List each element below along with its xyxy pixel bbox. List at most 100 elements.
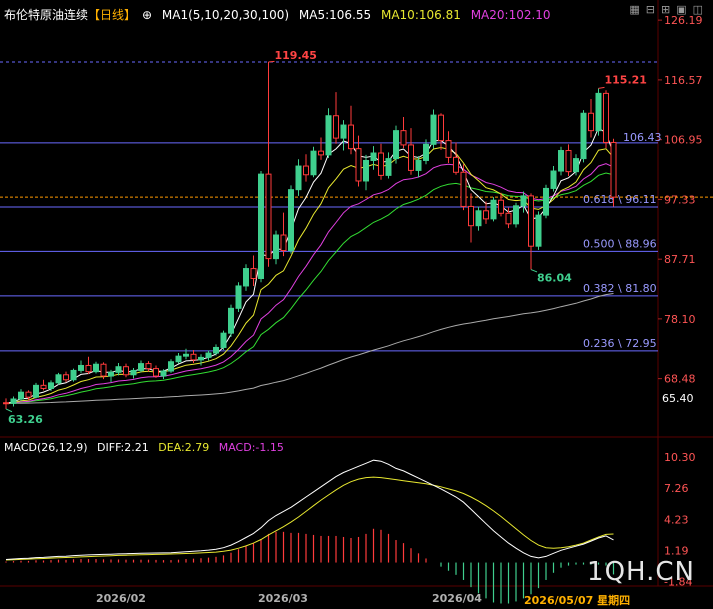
- candle-body: [400, 130, 407, 146]
- candle-body: [100, 363, 107, 377]
- annotation-pointer: [5, 408, 13, 413]
- fib-level-label: 0.500 \ 88.96: [583, 237, 657, 250]
- x-label-apr: 2026/04: [432, 592, 482, 605]
- candle-body: [190, 353, 197, 361]
- candle-body: [355, 148, 362, 182]
- candle-body: [490, 199, 497, 220]
- candle-body: [228, 307, 234, 334]
- candle-body: [588, 112, 594, 132]
- candle-body: [243, 268, 249, 287]
- ma5-line: [5, 127, 614, 404]
- candle-body: [295, 165, 302, 191]
- candle-body: [33, 384, 39, 398]
- annotation-pointer: [598, 86, 605, 89]
- annotation-label: 86.04: [537, 272, 572, 285]
- candle-body: [610, 141, 617, 198]
- candle-body: [130, 369, 137, 376]
- candle-body: [423, 143, 429, 161]
- candle-body: [303, 165, 309, 176]
- x-label-mar: 2026/03: [258, 592, 308, 605]
- candle-body: [48, 382, 54, 389]
- candle-body: [93, 363, 99, 373]
- candle-body: [40, 384, 47, 389]
- candle-body: [168, 361, 174, 372]
- x-label-current-date: 2026/05/07 星期四: [524, 594, 631, 607]
- candle-body: [543, 187, 549, 216]
- candle-body: [220, 332, 227, 348]
- candle-body: [558, 150, 564, 172]
- candle-body: [370, 152, 377, 161]
- price-tick-label: 87.71: [664, 253, 696, 266]
- candle-body: [145, 363, 152, 370]
- candle-body: [453, 156, 459, 173]
- candle-body: [153, 368, 159, 377]
- candle-body: [460, 171, 467, 207]
- candle-body: [183, 353, 189, 357]
- candle-body: [415, 159, 422, 171]
- candle-body: [333, 115, 339, 139]
- candle-body: [348, 124, 354, 150]
- candle-body: [430, 114, 437, 145]
- macd-tick-label: 1.19: [664, 544, 689, 557]
- ma100-line: [5, 293, 614, 404]
- candle-body: [513, 205, 519, 225]
- candle-body: [198, 356, 204, 361]
- price-tick-label: 68.48: [664, 373, 696, 386]
- candle-body: [580, 112, 587, 160]
- candle-body: [498, 199, 504, 214]
- candle-body: [205, 352, 212, 358]
- candle-body: [438, 114, 444, 142]
- x-label-feb: 2026/02: [96, 592, 146, 605]
- candle-body: [603, 92, 609, 143]
- candle-body: [235, 285, 242, 309]
- candle-body: [273, 234, 279, 260]
- candle-body: [595, 92, 602, 132]
- price-tick-label: 78.10: [664, 313, 696, 326]
- candle-body: [408, 144, 414, 171]
- candle-body: [85, 364, 92, 373]
- candle-body: [288, 189, 294, 252]
- candle-body: [475, 210, 482, 227]
- candle-body: [55, 374, 62, 384]
- price-tick-label: 126.19: [664, 14, 703, 27]
- candle-body: [280, 234, 287, 252]
- candle-body: [213, 346, 219, 354]
- macd-tick-label: 4.23: [664, 513, 689, 526]
- candle-body: [535, 214, 542, 247]
- price-low-axis-label: 65.40: [662, 392, 694, 405]
- fib-level-label: 0.382 \ 81.80: [583, 282, 657, 295]
- watermark-logo: 1QH.CN: [587, 557, 695, 587]
- fib-level-label: 0.618 \ 96.11: [583, 193, 657, 206]
- diff-line: [5, 459, 614, 560]
- candle-body: [340, 124, 347, 139]
- candle-body: [565, 150, 572, 173]
- candle-body: [318, 150, 324, 156]
- candle-body: [550, 170, 557, 189]
- candle-body: [520, 195, 527, 207]
- dea-line: [5, 476, 614, 561]
- price-tick-label: 116.57: [664, 74, 703, 87]
- fib-level-label: 0.236 \ 72.95: [583, 337, 657, 350]
- candle-body: [63, 374, 69, 381]
- annotation-label: 63.26: [8, 413, 43, 426]
- candle-body: [258, 173, 264, 280]
- candle-body: [175, 355, 182, 363]
- price-tick-label: 106.95: [664, 134, 703, 147]
- candle-body: [25, 391, 32, 398]
- candle-body: [250, 268, 257, 280]
- candle-body: [573, 158, 579, 173]
- macd-tick-label: 7.26: [664, 482, 689, 495]
- candle-body: [78, 364, 84, 371]
- candle-body: [483, 210, 489, 220]
- candle-body: [18, 391, 24, 400]
- candle-body: [528, 195, 534, 247]
- chart-canvas[interactable]: 126.19 116.57 106.95 97.33 87.71 78.10 68.48 65…: [0, 0, 713, 609]
- macd-tick-label: 10.30: [664, 451, 696, 464]
- candle-body: [468, 205, 474, 227]
- candle-body: [385, 158, 392, 176]
- candle-body: [123, 366, 129, 376]
- fib-top-label: 106.43: [623, 131, 662, 144]
- candle-body: [265, 173, 272, 260]
- candle-body: [363, 159, 369, 182]
- candle-body: [108, 371, 114, 377]
